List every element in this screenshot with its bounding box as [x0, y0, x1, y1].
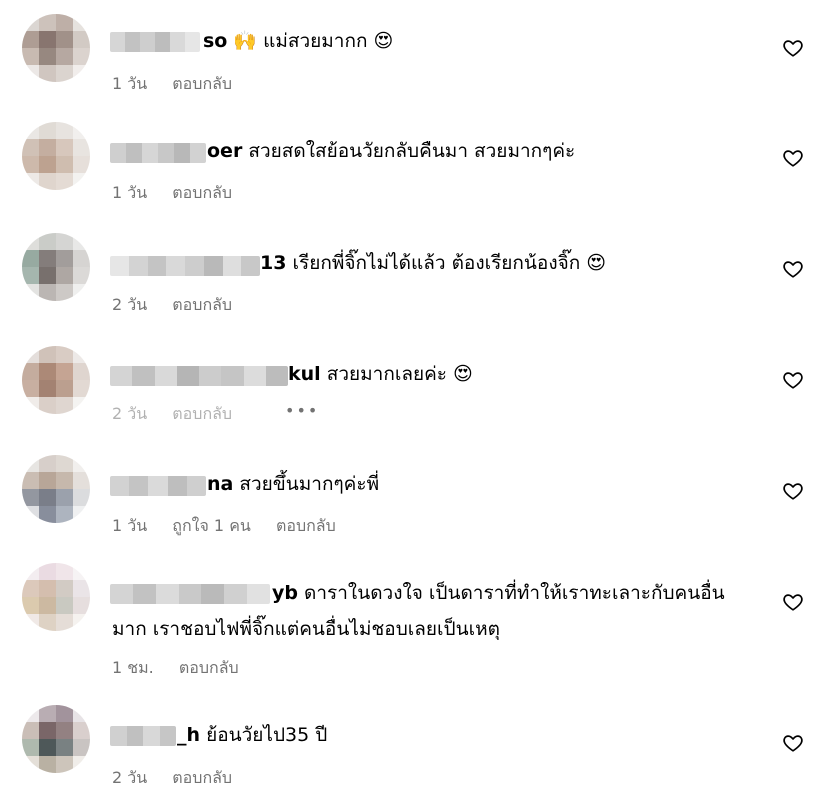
avatar[interactable] [22, 705, 90, 773]
reply-link[interactable]: ตอบกลับ [172, 768, 232, 787]
comment-meta: 1 วัน ตอบกลับ [112, 72, 252, 97]
username-blurred[interactable] [110, 32, 200, 52]
comment-text-line2: มาก เราชอบไฟพี่จิ๊กแต่คนอื่นไม่ชอบเลยเป็… [112, 618, 500, 640]
username-suffix[interactable]: _h [177, 724, 200, 746]
comment-meta: 1 วัน ตอบกลับ [112, 181, 252, 206]
heart-outline-icon[interactable] [782, 369, 804, 391]
heart-outline-icon[interactable] [782, 37, 804, 59]
reply-link[interactable]: ตอบกลับ [172, 74, 232, 93]
comment-body: เรียกพี่จิ๊กไม่ได้แล้ว ต้องเรียกน้องจิ๊ก… [292, 252, 607, 274]
heart-outline-icon[interactable] [782, 258, 804, 280]
username-blurred[interactable] [110, 726, 176, 746]
reply-link[interactable]: ตอบกลับ [172, 183, 232, 202]
comment-time: 1 วัน [112, 516, 148, 535]
comment-body: สวยขึ้นมากๆค่ะพี่ [239, 473, 380, 495]
comment-text: yb ดาราในดวงใจ เป็นดาราที่ทำให้เราทะเลาะ… [272, 580, 725, 606]
comment-text: na สวยขึ้นมากๆค่ะพี่ [207, 471, 379, 497]
like-count[interactable]: ถูกใจ 1 คน [172, 516, 251, 535]
comment-text: oer สวยสดใสย้อนวัยกลับคืนมา สวยมากๆค่ะ [207, 138, 575, 164]
comment-text: so 🙌 แม่สวยมากก 😍 [203, 28, 393, 54]
comment-time: 2 วัน [112, 404, 148, 423]
reply-link[interactable]: ตอบกลับ [179, 658, 239, 677]
comment-time: 1 ชม. [112, 658, 154, 677]
heart-outline-icon[interactable] [782, 480, 804, 502]
avatar[interactable] [22, 14, 90, 82]
username-suffix[interactable]: yb [272, 582, 298, 604]
username-blurred[interactable] [110, 256, 260, 276]
username-blurred[interactable] [110, 476, 206, 496]
username-suffix[interactable]: so [203, 30, 227, 52]
comment-time: 2 วัน [112, 295, 148, 314]
comment-meta: 1 ชม. ตอบกลับ [112, 656, 259, 681]
avatar[interactable] [22, 233, 90, 301]
heart-outline-icon[interactable] [782, 147, 804, 169]
username-blurred[interactable] [110, 366, 288, 386]
comment-meta: 1 วัน ถูกใจ 1 คน ตอบกลับ [112, 514, 356, 539]
comment-meta: 2 วัน ตอบกลับ [112, 402, 252, 427]
comment-body: ดาราในดวงใจ เป็นดาราที่ทำให้เราทะเลาะกับ… [304, 582, 725, 604]
username-suffix[interactable]: oer [207, 140, 242, 162]
avatar[interactable] [22, 455, 90, 523]
reply-link[interactable]: ตอบกลับ [172, 404, 232, 423]
heart-outline-icon[interactable] [782, 591, 804, 613]
username-suffix[interactable]: na [207, 473, 233, 495]
username-suffix[interactable]: kul [288, 363, 321, 385]
comment-body: สวยสดใสย้อนวัยกลับคืนมา สวยมากๆค่ะ [248, 140, 576, 162]
comment-text: kul สวยมากเลยค่ะ 😍 [288, 361, 473, 387]
reply-link[interactable]: ตอบกลับ [276, 516, 336, 535]
username-blurred[interactable] [110, 584, 270, 604]
comment-time: 1 วัน [112, 183, 148, 202]
username-blurred[interactable] [110, 143, 206, 163]
comment-time: 2 วัน [112, 768, 148, 787]
comment-body: สวยมากเลยค่ะ 😍 [326, 363, 473, 385]
comment-meta: 2 วัน ตอบกลับ [112, 766, 252, 791]
heart-outline-icon[interactable] [782, 732, 804, 754]
comment-body: ย้อนวัยไป35 ปี [206, 724, 328, 746]
avatar[interactable] [22, 346, 90, 414]
reply-link[interactable]: ตอบกลับ [172, 295, 232, 314]
ellipsis-icon[interactable]: ••• [285, 401, 319, 420]
comment-time: 1 วัน [112, 74, 148, 93]
avatar[interactable] [22, 122, 90, 190]
comment-text: 13 เรียกพี่จิ๊กไม่ได้แล้ว ต้องเรียกน้องจ… [260, 250, 606, 276]
username-suffix[interactable]: 13 [260, 252, 286, 274]
comment-text: _h ย้อนวัยไป35 ปี [177, 722, 327, 748]
avatar[interactable] [22, 563, 90, 631]
comment-body: 🙌 แม่สวยมากก 😍 [233, 30, 394, 52]
comment-meta: 2 วัน ตอบกลับ [112, 293, 252, 318]
